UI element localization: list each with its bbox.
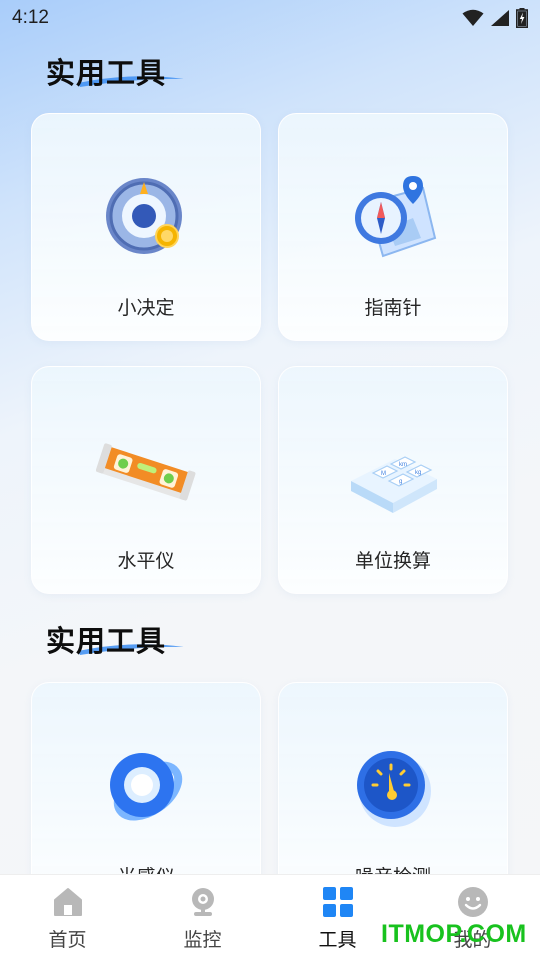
signal-icon [491,10,509,26]
home-icon [53,888,82,916]
tool-card-unit-conversion[interactable]: M km g kg 单位换算 [278,366,508,594]
compass-icon [355,176,437,258]
svg-text:km: km [399,462,407,468]
section-title: 实用工具 [46,50,184,92]
site-watermark: ITMOP.COM [381,920,527,948]
tab-label: 监控 [183,929,222,951]
tool-card-label: 单位换算 [354,550,431,572]
svg-text:M: M [381,471,386,477]
wifi-icon [462,9,484,26]
svg-text:g: g [399,479,402,485]
camera-icon [191,888,214,916]
level-icon [96,443,196,501]
status-bar: 4:12 [0,0,540,36]
decision-wheel-icon [106,178,182,254]
tab-monitor[interactable]: 监控 [135,875,270,960]
tool-card-label: 指南针 [364,297,422,319]
unit-conversion-icon: M km g kg [351,456,437,513]
tool-card-label: 小决定 [117,297,175,319]
tool-card-label: 水平仪 [117,550,175,572]
status-time: 4:12 [12,7,49,28]
tab-home[interactable]: 首页 [0,875,135,960]
tool-card-compass[interactable]: 指南针 [278,113,508,341]
smiley-icon [457,887,488,917]
battery-icon [516,8,528,28]
tab-label: 首页 [48,929,87,951]
svg-text:kg: kg [415,470,421,476]
tool-card-decision[interactable]: 小决定 [31,113,261,341]
grid-icon [322,887,353,917]
section-title: 实用工具 [46,618,184,660]
tab-label: 工具 [318,929,357,951]
noise-meter-icon [357,751,431,827]
light-meter-icon [110,753,183,821]
tool-card-level[interactable]: 水平仪 [31,366,261,594]
status-icons [462,8,528,28]
